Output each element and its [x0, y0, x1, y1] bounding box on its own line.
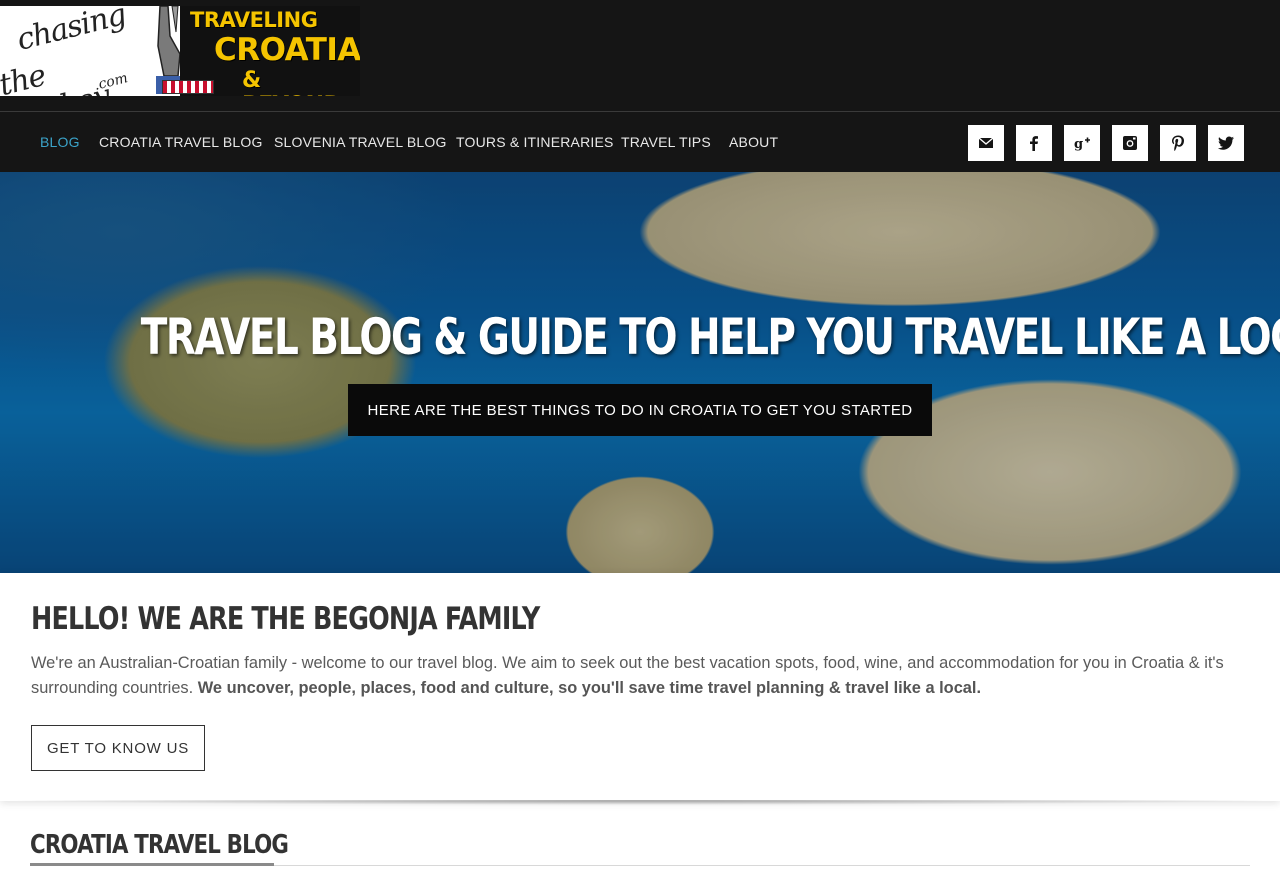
nav-item-about[interactable]: ABOUT — [729, 134, 778, 150]
intro-text: We're an Australian-Croatian family - we… — [31, 651, 1253, 701]
logo-banner-line1: TRAVELING — [190, 8, 318, 32]
hero-image-overlay — [0, 172, 1280, 573]
hero-banner: TRAVEL BLOG & GUIDE TO HELP YOU TRAVEL L… — [0, 172, 1280, 573]
twitter-button[interactable] — [1208, 125, 1244, 161]
section-title-croatia-travel-blog: CROATIA TRAVEL BLOG — [30, 830, 289, 860]
nav-item-travel-tips[interactable]: TRAVEL TIPS — [621, 134, 711, 150]
croatian-checker-icon — [162, 80, 214, 94]
svg-text:g: g — [1074, 137, 1083, 152]
intro-title: HELLO! WE ARE THE BEGONJA FAMILY — [31, 601, 540, 637]
logo-banner-line2: CROATIA — [214, 32, 360, 68]
section-rule-accent — [30, 863, 274, 866]
logo-script-text: chasing the donkey .com — [0, 6, 152, 96]
pinterest-icon — [1172, 135, 1184, 151]
nav-item-tours-itineraries[interactable]: TOURS & ITINERARIES — [456, 134, 614, 150]
intro-section: HELLO! WE ARE THE BEGONJA FAMILY We're a… — [0, 573, 1280, 801]
intro-text-bold: We uncover, people, places, food and cul… — [197, 679, 982, 697]
google-plus-button[interactable]: g — [1064, 125, 1100, 161]
nav-item-croatia-travel-blog[interactable]: CROATIA TRAVEL BLOG — [99, 134, 263, 150]
get-to-know-us-button[interactable]: GET TO KNOW US — [31, 725, 205, 771]
logo-banner-line3: & BEYOND... — [242, 68, 360, 96]
twitter-icon — [1217, 136, 1234, 150]
facebook-icon — [1030, 136, 1038, 151]
best-things-croatia-button[interactable]: HERE ARE THE BEST THINGS TO DO IN CROATI… — [348, 384, 932, 436]
pinterest-button[interactable] — [1160, 125, 1196, 161]
google-plus-icon: g — [1074, 137, 1090, 152]
email-button[interactable] — [968, 125, 1004, 161]
logo-banner: TRAVELING CROATIA & BEYOND... — [162, 6, 360, 96]
instagram-button[interactable] — [1112, 125, 1148, 161]
hero-title: TRAVEL BLOG & GUIDE TO HELP YOU TRAVEL L… — [140, 308, 1280, 366]
site-header: chasing the donkey .com TRAVELING CROATI… — [0, 0, 1280, 112]
email-icon — [978, 137, 994, 148]
instagram-icon — [1123, 136, 1137, 150]
nav-item-slovenia-travel-blog[interactable]: SLOVENIA TRAVEL BLOG — [274, 134, 447, 150]
facebook-button[interactable] — [1016, 125, 1052, 161]
site-logo[interactable]: chasing the donkey .com TRAVELING CROATI… — [0, 6, 360, 96]
nav-item-blog[interactable]: BLOG — [40, 134, 80, 150]
main-nav: BLOG CROATIA TRAVEL BLOG SLOVENIA TRAVEL… — [0, 112, 1280, 172]
section-divider-shadow — [10, 800, 1270, 810]
